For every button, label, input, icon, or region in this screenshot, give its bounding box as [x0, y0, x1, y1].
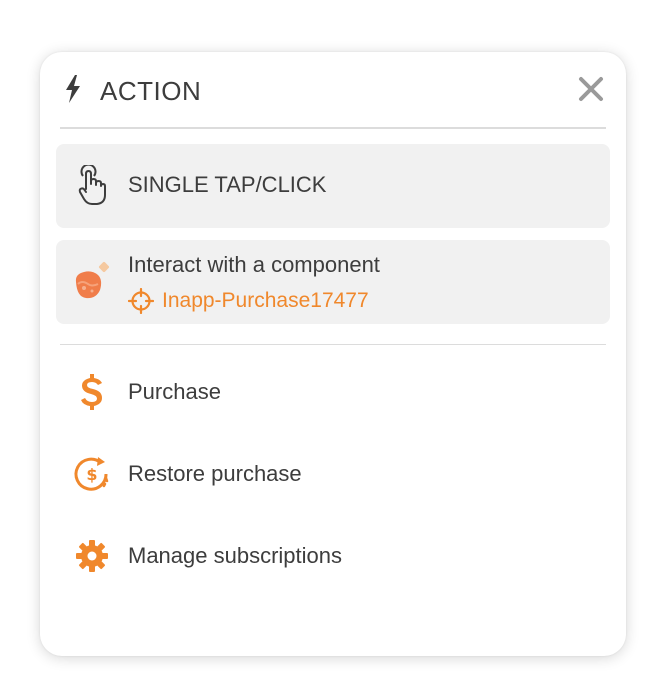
- panel-header: ACTION: [60, 52, 606, 129]
- action-purchase-label: Purchase: [128, 379, 221, 404]
- target-component[interactable]: Inapp-Purchase17477: [128, 288, 369, 314]
- interact-component-row[interactable]: Interact with a component Inapp-Purchase…: [56, 240, 610, 324]
- tap-hand-icon: [78, 165, 106, 205]
- action-restore-purchase[interactable]: $ Restore purchase: [60, 444, 606, 504]
- section-divider: [60, 344, 606, 345]
- panel-title: ACTION: [100, 76, 202, 106]
- dollar-icon: [81, 374, 102, 410]
- svg-text:$: $: [86, 465, 97, 484]
- restore-dollar-icon: $: [74, 457, 109, 491]
- action-restore-purchase-label: Restore purchase: [128, 461, 302, 486]
- action-manage-subscriptions-label: Manage subscriptions: [128, 543, 343, 568]
- action-purchase[interactable]: Purchase: [60, 362, 606, 422]
- trigger-label: SINGLE TAP/CLICK: [128, 172, 327, 197]
- action-manage-subscriptions[interactable]: Manage subscriptions: [60, 526, 606, 586]
- gear-icon: [76, 540, 108, 572]
- trigger-single-tap[interactable]: SINGLE TAP/CLICK: [56, 144, 610, 228]
- action-panel: ACTION SINGLE TAP/CLICK Interact with a …: [40, 52, 626, 656]
- component-blob-icon: [75, 261, 110, 299]
- target-component-name: Inapp-Purchase17477: [162, 289, 369, 312]
- crosshair-target-icon: [128, 288, 154, 314]
- close-icon[interactable]: [578, 76, 604, 102]
- lightning-bolt-icon: [66, 75, 80, 103]
- interaction-label: Interact with a component: [128, 252, 380, 277]
